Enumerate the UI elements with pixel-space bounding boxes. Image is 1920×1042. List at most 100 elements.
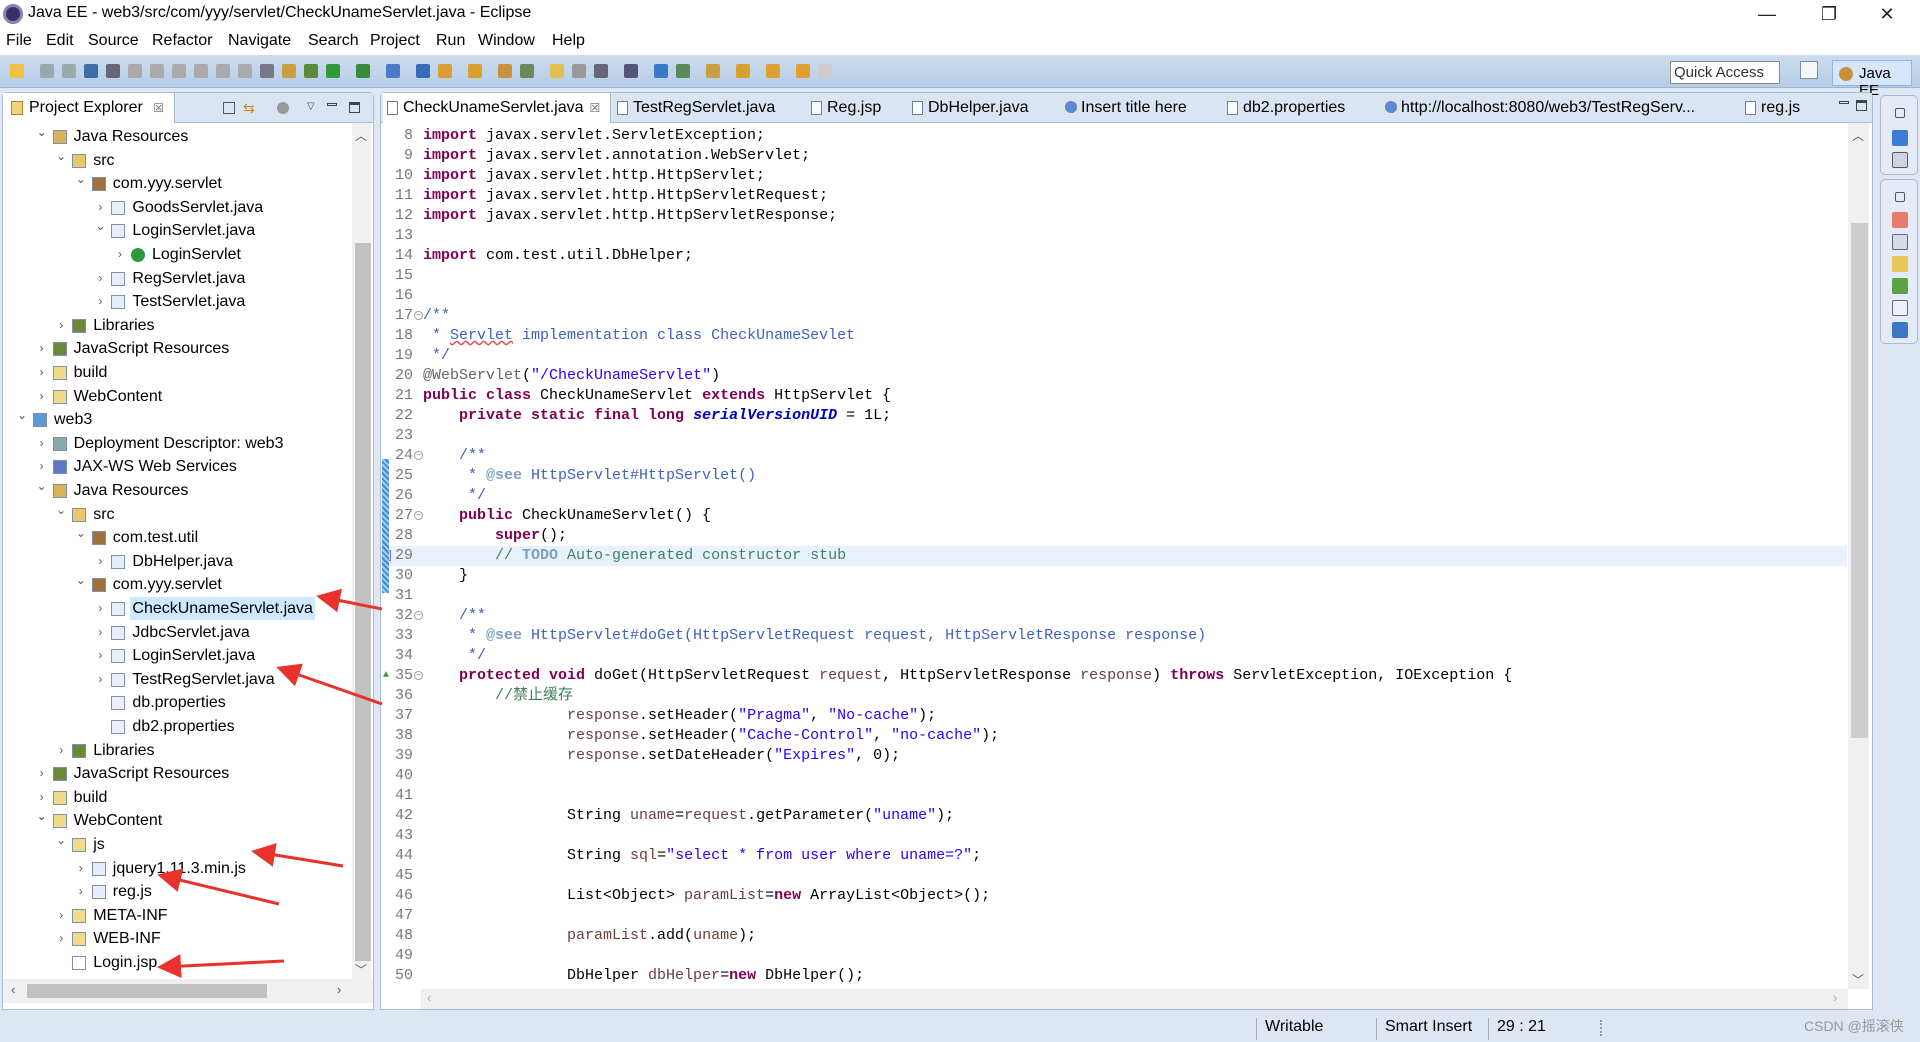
tree-item[interactable]: › JdbcServlet.java	[3, 621, 351, 644]
tree-hscroll-thumb[interactable]	[27, 984, 267, 998]
menu-navigate[interactable]: Navigate	[228, 32, 291, 50]
restore-outline-icon[interactable]	[1895, 108, 1905, 118]
tab-reg-jsp[interactable]: Reg.jsp	[807, 93, 881, 123]
maximize-view-icon[interactable]	[349, 102, 360, 113]
link-with-editor-icon[interactable]: ⇆	[243, 101, 257, 115]
chevron-down-icon[interactable]: ⌄	[74, 168, 88, 191]
tree-item[interactable]: db2.properties	[3, 715, 351, 738]
tree-item[interactable]: ⌄ com.yyy.servlet	[3, 573, 351, 596]
tree-item[interactable]: ⌄ com.test.util	[3, 526, 351, 549]
tab-project-explorer[interactable]: Project Explorer ☒	[3, 93, 175, 123]
chevron-right-icon[interactable]: ›	[93, 621, 107, 644]
chevron-right-icon[interactable]: ›	[54, 927, 68, 950]
tree-item[interactable]: ⌄ web3	[3, 408, 351, 431]
tree-item[interactable]: › JAX-WS Web Services	[3, 455, 351, 478]
tree-item[interactable]: › reg.js	[3, 880, 351, 903]
toolbar-button-icon[interactable]	[150, 64, 164, 78]
tab-dbhelper-java[interactable]: DbHelper.java	[908, 93, 1029, 123]
console-view-icon[interactable]	[1892, 322, 1908, 338]
tree-item[interactable]: › JavaScript Resources	[3, 762, 351, 785]
chevron-right-icon[interactable]: ›	[93, 290, 107, 313]
chevron-down-icon[interactable]: ⌄	[74, 522, 88, 545]
chevron-down-icon[interactable]: ⌄	[35, 475, 49, 498]
toolbar-button-icon[interactable]	[438, 64, 452, 78]
toolbar-button-icon[interactable]	[766, 64, 780, 78]
chevron-right-icon[interactable]: ›	[35, 385, 49, 408]
view-menu-icon[interactable]: ▽	[307, 101, 315, 112]
tree-item[interactable]: › Deployment Descriptor: web3	[3, 432, 351, 455]
restore-button[interactable]: ❐	[1800, 0, 1858, 28]
toolbar-button-icon[interactable]	[818, 64, 832, 78]
scroll-down-icon[interactable]: ﹀	[355, 961, 367, 978]
editor-scroll-left-icon[interactable]: ‹	[427, 990, 431, 1005]
chevron-right-icon[interactable]: ›	[54, 314, 68, 337]
tree-item[interactable]: ⌄ com.yyy.servlet	[3, 172, 351, 195]
tree-item[interactable]: › GoodsServlet.java	[3, 196, 351, 219]
toolbar-button-icon[interactable]	[282, 64, 296, 78]
tree-item[interactable]: › JavaScript Resources	[3, 337, 351, 360]
tree-item[interactable]: › jquery1.11.3.min.js	[3, 857, 351, 880]
tab-testregservlet-java[interactable]: TestRegServlet.java	[613, 93, 775, 123]
menu-file[interactable]: File	[6, 32, 32, 50]
tree-item[interactable]: › build	[3, 786, 351, 809]
toolbar-button-icon[interactable]	[326, 64, 340, 78]
restore-console-icon[interactable]	[1895, 192, 1905, 202]
toolbar-button-icon[interactable]	[40, 64, 54, 78]
editor-scroll-thumb[interactable]	[1851, 223, 1868, 738]
tab-http-localhost-8080-web3-testregserv-[interactable]: http://localhost:8080/web3/TestRegServ..…	[1381, 93, 1695, 123]
minimize-editor-icon[interactable]	[1839, 101, 1849, 104]
editor-scroll-up-icon[interactable]: ︿	[1852, 127, 1864, 144]
toolbar-button-icon[interactable]	[550, 64, 564, 78]
toolbar-button-icon[interactable]	[654, 64, 668, 78]
toolbar-button-icon[interactable]	[84, 64, 98, 78]
tree-item[interactable]: Login.jsp	[3, 951, 351, 974]
fold-collapse-icon[interactable]: −	[414, 451, 423, 460]
chevron-right-icon[interactable]: ›	[35, 762, 49, 785]
toolbar-button-icon[interactable]	[386, 64, 400, 78]
chevron-right-icon[interactable]: ›	[93, 550, 107, 573]
tab-reg-js[interactable]: reg.js	[1741, 93, 1800, 123]
filter-icon[interactable]	[277, 102, 289, 114]
toolbar-button-icon[interactable]	[624, 64, 638, 78]
maximize-editor-icon[interactable]	[1856, 100, 1867, 111]
toolbar-button-icon[interactable]	[594, 64, 608, 78]
menu-source[interactable]: Source	[88, 32, 139, 50]
open-perspective-icon[interactable]	[1800, 61, 1818, 79]
toolbar-button-icon[interactable]	[736, 64, 750, 78]
chevron-down-icon[interactable]: ⌄	[74, 569, 88, 592]
tree-item[interactable]: ⌄ src	[3, 503, 351, 526]
menu-project[interactable]: Project	[370, 32, 420, 50]
toolbar-button-icon[interactable]	[260, 64, 274, 78]
tree-item[interactable]: › WEB-INF	[3, 927, 351, 950]
close-window-button[interactable]: ✕	[1858, 0, 1916, 28]
toolbar-button-icon[interactable]	[416, 64, 430, 78]
chevron-down-icon[interactable]: ⌄	[54, 499, 68, 522]
chevron-right-icon[interactable]: ›	[93, 668, 107, 691]
chevron-right-icon[interactable]: ›	[74, 857, 88, 880]
tree-item[interactable]: ⌄ LoginServlet.java	[3, 219, 351, 242]
code-area[interactable]: 8 import javax.servlet.ServletException; 9…	[381, 123, 1847, 989]
perspective-java-ee-button[interactable]: Java EE	[1832, 60, 1912, 99]
editor-scroll-down-icon[interactable]: ﹀	[1852, 971, 1864, 988]
menu-help[interactable]: Help	[552, 32, 585, 50]
tree-item[interactable]: › LoginServlet.java	[3, 644, 351, 667]
toolbar-button-icon[interactable]	[796, 64, 810, 78]
markers-view-icon[interactable]	[1892, 212, 1908, 228]
quick-access-input[interactable]: Quick Access	[1670, 61, 1780, 84]
data-source-explorer-icon[interactable]	[1892, 278, 1908, 294]
toolbar-button-icon[interactable]	[706, 64, 720, 78]
scroll-up-icon[interactable]: ︿	[355, 127, 367, 144]
chevron-right-icon[interactable]: ›	[113, 243, 127, 266]
snippets-view-icon[interactable]	[1892, 300, 1908, 316]
servers-view-icon[interactable]	[1892, 256, 1908, 272]
editor-scroll-right-icon[interactable]: ›	[1833, 990, 1837, 1005]
toolbar-button-icon[interactable]	[216, 64, 230, 78]
menu-search[interactable]: Search	[308, 32, 359, 50]
chevron-right-icon[interactable]: ›	[74, 880, 88, 903]
chevron-down-icon[interactable]: ⌄	[35, 805, 49, 828]
toolbar-button-icon[interactable]	[498, 64, 512, 78]
task-list-icon[interactable]	[1892, 152, 1908, 168]
tree-item[interactable]: › build	[3, 361, 351, 384]
tree-item[interactable]: db.properties	[3, 691, 351, 714]
toolbar-button-icon[interactable]	[194, 64, 208, 78]
